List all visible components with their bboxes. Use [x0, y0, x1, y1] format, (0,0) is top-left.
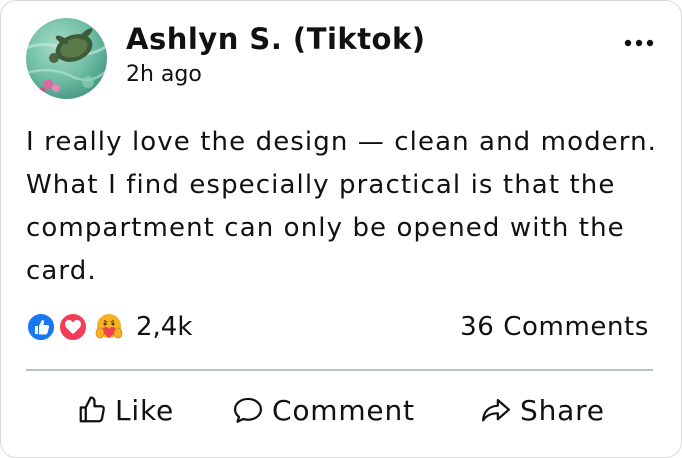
- reaction-icons: [26, 310, 132, 344]
- post-text: I really love the design — clean and mod…: [26, 127, 658, 286]
- avatar[interactable]: [26, 18, 107, 99]
- comment-bubble-icon: [232, 395, 264, 425]
- more-options-button[interactable]: [619, 31, 659, 55]
- comment-button[interactable]: Comment: [232, 389, 415, 431]
- comments-count[interactable]: 36 Comments: [460, 309, 649, 345]
- love-icon: [58, 312, 88, 342]
- post-card: Ashlyn S. (Tiktok) 2h ago I really love …: [0, 0, 682, 458]
- share-arrow-icon: [480, 395, 512, 425]
- post-timestamp[interactable]: 2h ago: [126, 60, 202, 90]
- like-label: Like: [115, 393, 175, 427]
- like-button[interactable]: Like: [77, 389, 174, 431]
- thumbs-up-icon: [77, 395, 107, 425]
- care-icon: [95, 314, 123, 339]
- author-name[interactable]: Ashlyn S. (Tiktok): [126, 17, 426, 61]
- more-horizontal-icon: [624, 39, 654, 47]
- like-icon: [26, 312, 56, 342]
- share-label: Share: [520, 393, 605, 427]
- reactions-summary[interactable]: 2,4k: [26, 309, 192, 345]
- divider: [26, 369, 653, 371]
- comment-label: Comment: [272, 393, 415, 427]
- reaction-count: 2,4k: [136, 312, 193, 342]
- action-bar: Like Comment Share: [1, 389, 682, 431]
- share-button[interactable]: Share: [480, 389, 605, 431]
